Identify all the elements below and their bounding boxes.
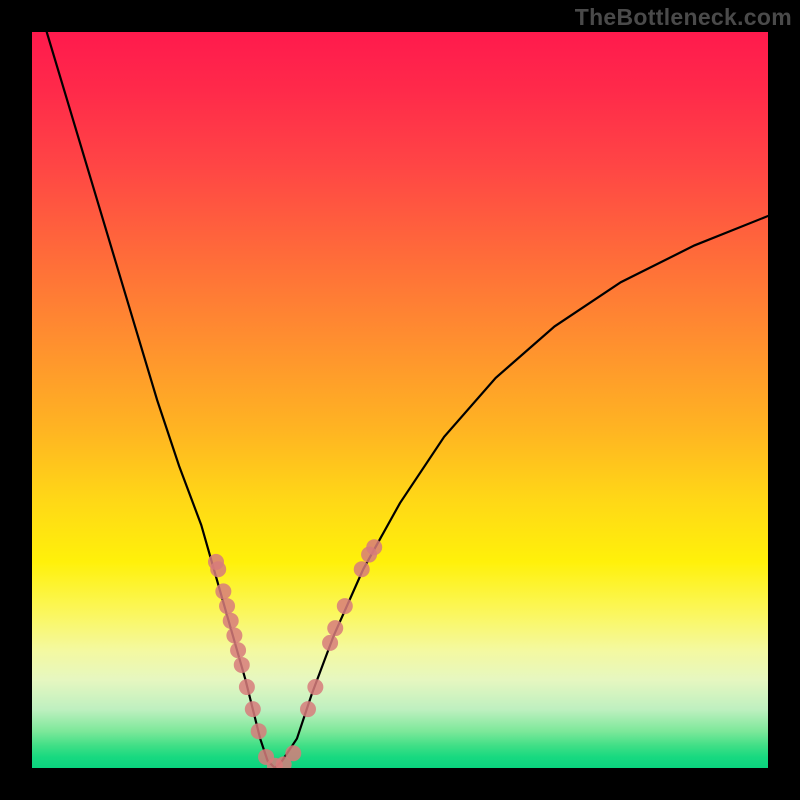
data-marker [285, 745, 301, 761]
plot-area [32, 32, 768, 768]
data-marker [234, 657, 250, 673]
data-marker [300, 701, 316, 717]
data-marker [322, 635, 338, 651]
watermark-text: TheBottleneck.com [575, 4, 792, 31]
chart-frame: TheBottleneck.com [0, 0, 800, 800]
data-marker [219, 598, 235, 614]
data-marker [239, 679, 255, 695]
data-marker [337, 598, 353, 614]
data-marker [226, 628, 242, 644]
data-marker [210, 561, 226, 577]
data-marker [366, 539, 382, 555]
data-marker [307, 679, 323, 695]
data-marker [230, 642, 246, 658]
data-marker [251, 723, 267, 739]
data-marker [354, 561, 370, 577]
data-marker [215, 583, 231, 599]
chart-overlay [32, 32, 768, 768]
data-markers [208, 539, 382, 768]
data-marker [223, 613, 239, 629]
data-marker [245, 701, 261, 717]
bottleneck-curve [47, 32, 768, 768]
data-marker [327, 620, 343, 636]
